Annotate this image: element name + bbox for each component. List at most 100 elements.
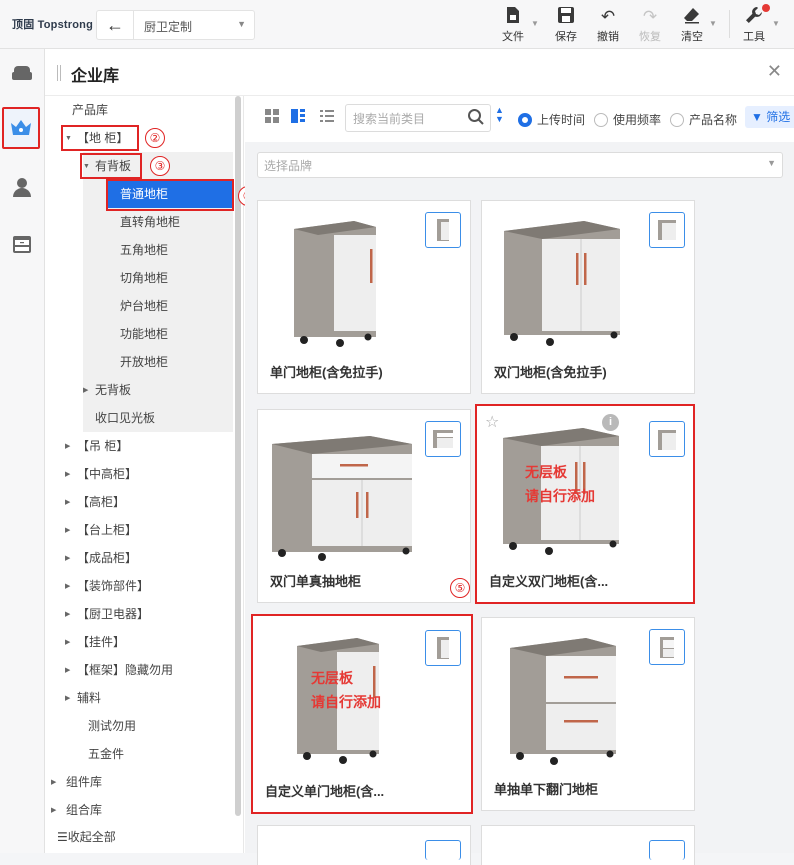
warning-line: 请自行添加 (311, 694, 381, 710)
tree-item-label: 功能地柜 (120, 327, 169, 341)
tree-leaf[interactable]: 功能地柜 (120, 320, 168, 348)
crown-icon (11, 120, 31, 135)
tree-scrollbar[interactable] (235, 96, 241, 816)
tree-item-label: 五金件 (88, 747, 125, 761)
tree-item-label: 辅料 (77, 691, 102, 705)
caret-right-icon: ▶ (51, 778, 57, 786)
left-rail (0, 49, 45, 853)
tools-dropdown-icon[interactable]: ▼ (772, 19, 780, 28)
tree-item[interactable]: ▶ 【挂件】 (65, 628, 125, 656)
toolbar-divider (729, 10, 730, 38)
tree-item-label: 【装饰部件】 (77, 579, 150, 593)
tree-leaf[interactable]: 开放地柜 (120, 348, 168, 376)
file-dropdown-icon[interactable]: ▼ (531, 19, 539, 28)
caret-right-icon: ▶ (65, 526, 71, 534)
collapse-all-button[interactable]: ☰收起全部 (57, 828, 116, 845)
search-icon[interactable] (467, 108, 485, 126)
mode-select[interactable]: 厨卫定制 ▼ (134, 10, 255, 40)
rail-cabinet[interactable] (4, 227, 40, 263)
tree-item[interactable]: ▶ 【装饰部件】 (65, 572, 149, 600)
file-button[interactable]: 文件 (502, 6, 524, 44)
close-icon[interactable]: ✕ (767, 61, 782, 82)
clear-button[interactable]: 清空 (681, 6, 703, 44)
rail-sofa[interactable] (4, 55, 40, 91)
tree-item[interactable]: 收口见光板 (83, 404, 233, 432)
tree-item-label: 【挂件】 (77, 635, 126, 649)
product-card[interactable]: 双门单真抽地柜 (257, 409, 471, 603)
tree-item-label: 切角地柜 (120, 271, 169, 285)
caret-right-icon: ▶ (65, 666, 71, 674)
tree-leaf[interactable]: 炉台地柜 (120, 292, 168, 320)
product-content: 搜索当前类目 ▲ ▼ 上传时间 使用频率 产品名称 ▼ 筛选 选择品牌 ▼ 单门地… (245, 96, 794, 865)
caret-right-icon: ▶ (65, 498, 71, 506)
search-input[interactable]: 搜索当前类目 (345, 104, 491, 132)
save-label: 保存 (555, 31, 577, 43)
highlight-box (106, 179, 234, 211)
tree-item[interactable]: ▶ 【台上柜】 (65, 516, 137, 544)
redo-button[interactable]: ↷ 恢复 (639, 6, 661, 44)
tree-item[interactable]: ▶ 辅料 (65, 684, 101, 712)
clear-dropdown-icon[interactable]: ▼ (709, 19, 717, 28)
tree-item[interactable]: ▶ 【成品柜】 (65, 544, 137, 572)
product-thumbnail[interactable] (425, 212, 461, 248)
product-thumbnail[interactable] (425, 840, 461, 860)
highlight-box (80, 153, 142, 179)
product-card[interactable] (257, 825, 471, 865)
tree-item[interactable]: ▶ 无背板 (83, 376, 233, 404)
tree-item[interactable]: ▶ 组件库 (51, 768, 102, 796)
product-card[interactable]: ☆ i 无层板 请自行添加 自定义双门地柜(含... (475, 404, 695, 604)
tree-leaf[interactable]: 切角地柜 (120, 264, 168, 292)
filter-icon: ▼ (751, 110, 763, 124)
warning-line: 请自行添加 (525, 488, 595, 504)
sort-upload-time[interactable]: 上传时间 (518, 111, 585, 128)
product-thumbnail[interactable] (425, 630, 461, 666)
tree-item[interactable]: ▶ 【吊 柜】 (65, 432, 128, 460)
annotation-marker: ② (145, 128, 165, 148)
sort-order-icon[interactable]: ▲ ▼ (495, 106, 504, 124)
product-card[interactable]: 单抽单下翻门地柜 (481, 617, 695, 811)
panel-header: 企业库 ✕ (45, 49, 794, 96)
drag-handle-icon[interactable] (57, 65, 63, 81)
product-card[interactable] (481, 825, 695, 865)
sofa-icon (12, 66, 32, 80)
product-card[interactable]: 双门地柜(含免拉手) (481, 200, 695, 394)
product-card[interactable]: 单门地柜(含免拉手) (257, 200, 471, 394)
sort-product-name[interactable]: 产品名称 (670, 111, 737, 128)
rail-enterprise-library[interactable] (2, 107, 40, 149)
tree-item[interactable]: 测试勿用 (88, 712, 136, 740)
tree-leaf[interactable]: 五角地柜 (120, 236, 168, 264)
tree-item[interactable]: ▶ 组合库 (51, 796, 102, 824)
undo-button[interactable]: ↶ 撤销 (597, 6, 619, 44)
grid-view-icon[interactable] (264, 108, 280, 124)
tree-item[interactable]: ▶ 【厨卫电器】 (65, 600, 149, 628)
tree-leaf[interactable]: 直转角地柜 (120, 208, 180, 236)
brand-select[interactable]: 选择品牌 ▼ (257, 152, 783, 178)
product-thumbnail[interactable] (649, 421, 685, 457)
chevron-down-icon: ▼ (237, 19, 246, 29)
filter-button[interactable]: ▼ 筛选 (745, 106, 794, 128)
annotation-marker: ③ (150, 156, 170, 176)
product-thumbnail[interactable] (649, 212, 685, 248)
rail-user[interactable] (4, 169, 40, 205)
filter-label: 筛选 (766, 110, 791, 124)
product-thumbnail[interactable] (425, 421, 461, 457)
product-thumbnail[interactable] (649, 629, 685, 665)
undo-label: 撤销 (597, 31, 619, 43)
back-button[interactable]: ← (96, 10, 134, 40)
tree-item[interactable]: 产品库 (72, 96, 108, 124)
product-card[interactable]: 无层板 请自行添加 自定义单门地柜(含... (251, 614, 473, 814)
tree-item-label: 直转角地柜 (120, 215, 181, 229)
save-button[interactable]: 保存 (555, 6, 577, 44)
tree-item[interactable]: ▶ 【高柜】 (65, 488, 125, 516)
tree-item-label: 测试勿用 (88, 719, 137, 733)
list-view-icon[interactable] (319, 108, 335, 124)
cabinet-image (510, 638, 616, 765)
tools-button[interactable]: 工具 (743, 6, 765, 44)
product-thumbnail[interactable] (649, 840, 685, 860)
tree-item[interactable]: 五金件 (88, 740, 124, 768)
list-card-view-icon[interactable] (290, 108, 306, 124)
tree-item[interactable]: ▶ 【框架】隐藏勿用 (65, 656, 173, 684)
tree-item[interactable]: ▶ 【中高柜】 (65, 460, 137, 488)
sort-usage-frequency[interactable]: 使用频率 (594, 111, 661, 128)
eraser-icon (681, 6, 703, 28)
